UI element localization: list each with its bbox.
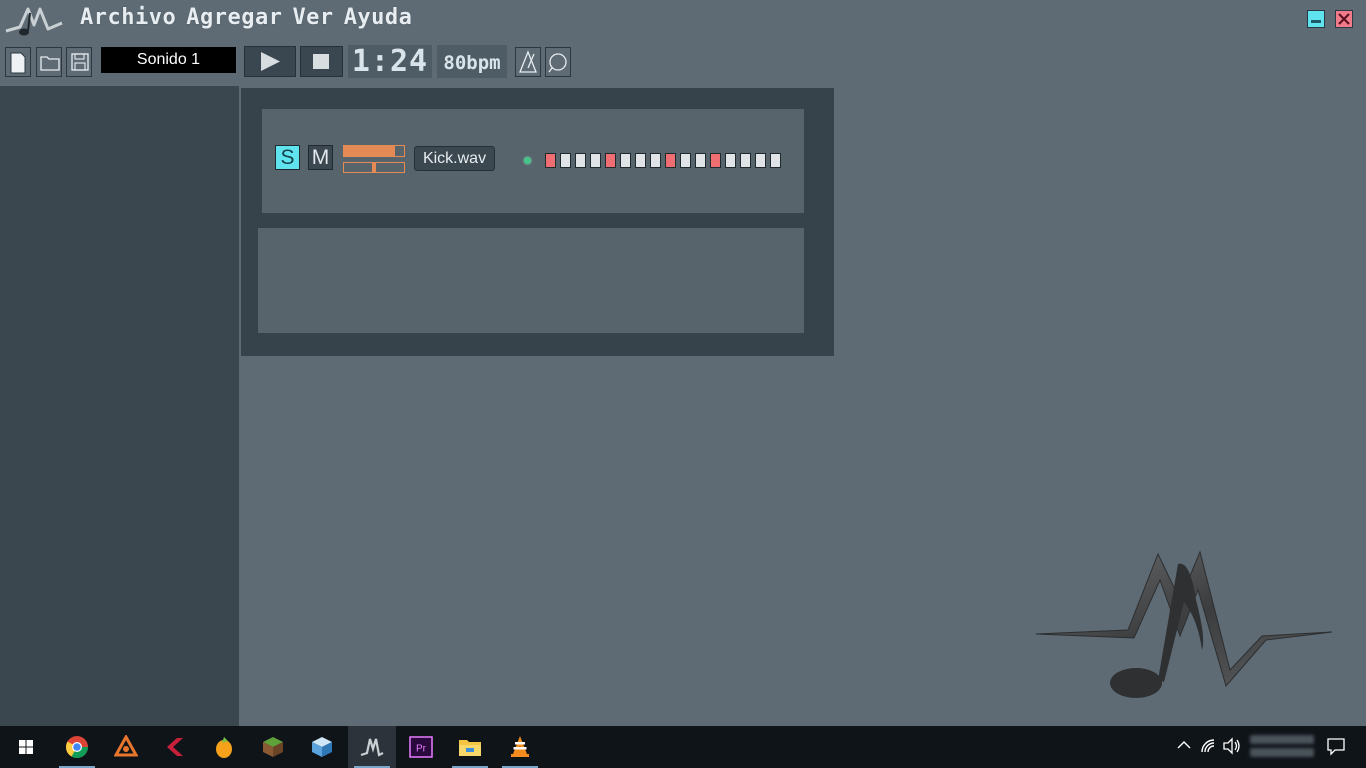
windows-start-button[interactable] (2, 726, 50, 768)
channel-led-indicator (524, 157, 531, 164)
step-9[interactable] (665, 153, 676, 168)
solo-button[interactable]: S (275, 145, 300, 170)
step-1[interactable] (545, 153, 556, 168)
loop-icon (548, 53, 567, 73)
network-icon[interactable] (1200, 736, 1218, 756)
taskbar-premiere[interactable]: Pr (397, 726, 445, 768)
app-logo-watermark (1035, 550, 1333, 698)
empty-channel-slot[interactable] (258, 228, 804, 333)
open-file-button[interactable] (36, 47, 62, 77)
taskbar-reason[interactable] (102, 726, 150, 768)
bpm-display[interactable]: 80bpm (437, 45, 507, 78)
metronome-button[interactable] (515, 47, 541, 77)
volume-slider[interactable] (343, 145, 405, 157)
system-clock[interactable] (1250, 731, 1314, 763)
app-logo-icon (360, 738, 384, 757)
step-2[interactable] (560, 153, 571, 168)
step-12[interactable] (710, 153, 721, 168)
cubase-icon (167, 738, 183, 756)
menu-ver[interactable]: Ver (290, 4, 341, 32)
taskbar-music-app[interactable] (348, 726, 396, 768)
chrome-icon (66, 736, 88, 758)
minecraft-icon (263, 737, 283, 757)
sidebar-panel (0, 86, 239, 726)
chevron-up-icon[interactable] (1176, 736, 1192, 756)
taskbar-minecraft[interactable] (249, 726, 297, 768)
premiere-icon: Pr (409, 736, 433, 758)
mute-button[interactable]: M (308, 145, 333, 170)
step-6[interactable] (620, 153, 631, 168)
cube-icon (312, 737, 332, 757)
sample-name-button[interactable]: Kick.wav (414, 146, 495, 171)
menu-bar: Archivo Agregar Ver Ayuda (78, 4, 420, 32)
step-14[interactable] (740, 153, 751, 168)
step-11[interactable] (695, 153, 706, 168)
save-button[interactable] (66, 47, 92, 77)
step-8[interactable] (650, 153, 661, 168)
stop-icon (313, 54, 329, 69)
folder-icon (459, 740, 481, 756)
sound-name-field[interactable]: Sonido 1 (101, 47, 236, 73)
step-3[interactable] (575, 153, 586, 168)
notification-icon[interactable] (1326, 736, 1346, 756)
new-file-button[interactable] (5, 47, 31, 77)
step-7[interactable] (635, 153, 646, 168)
menu-archivo[interactable]: Archivo (78, 4, 184, 32)
new-file-icon (10, 52, 26, 74)
step-10[interactable] (680, 153, 691, 168)
vlc-icon (511, 736, 529, 757)
play-button[interactable] (244, 46, 296, 77)
loop-button[interactable] (545, 47, 571, 77)
taskbar-virtualbox[interactable] (298, 726, 346, 768)
taskbar-chrome[interactable] (53, 726, 101, 768)
time-display: 1:24 (348, 45, 432, 78)
close-icon (1338, 13, 1350, 25)
folder-icon (40, 56, 60, 71)
pan-knob[interactable] (372, 163, 376, 172)
taskbar-vlc[interactable] (496, 726, 544, 768)
step-13[interactable] (725, 153, 736, 168)
windows-icon (19, 740, 33, 754)
step-15[interactable] (755, 153, 766, 168)
volume-icon[interactable] (1222, 736, 1242, 756)
minimize-button[interactable] (1307, 10, 1325, 28)
step-4[interactable] (590, 153, 601, 168)
menu-agregar[interactable]: Agregar (184, 4, 290, 32)
close-button[interactable] (1335, 10, 1353, 28)
menu-ayuda[interactable]: Ayuda (342, 4, 421, 32)
stop-button[interactable] (300, 46, 343, 77)
taskbar-fl-studio[interactable] (200, 726, 248, 768)
taskbar-cubase[interactable] (151, 726, 199, 768)
save-icon (71, 53, 89, 71)
metronome-icon (519, 50, 537, 73)
play-icon (261, 52, 280, 71)
volume-fill (344, 146, 395, 156)
step-5[interactable] (605, 153, 616, 168)
taskbar-file-explorer[interactable] (446, 726, 494, 768)
fl-studio-icon (216, 737, 232, 758)
step-16[interactable] (770, 153, 781, 168)
svg-text:Pr: Pr (416, 744, 427, 755)
pan-slider[interactable] (343, 162, 405, 173)
channel-row (262, 109, 804, 213)
reason-icon (114, 735, 138, 757)
app-logo-icon (5, 7, 63, 36)
